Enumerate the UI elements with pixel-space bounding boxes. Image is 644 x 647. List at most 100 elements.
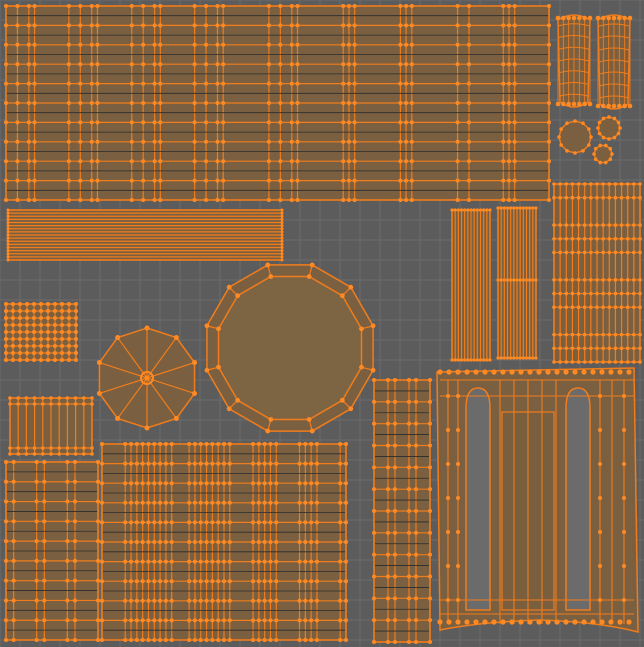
uv-vertex xyxy=(619,332,624,337)
uv-vertex xyxy=(192,159,197,164)
barrel-island-a[interactable] xyxy=(555,14,593,108)
vertical-slat-island-a[interactable] xyxy=(450,208,492,362)
uv-vertex xyxy=(450,358,454,362)
uv-vertex xyxy=(34,598,39,603)
small-plank-island[interactable] xyxy=(8,396,94,456)
uv-vertex xyxy=(552,278,556,282)
barrel-island-b[interactable] xyxy=(595,14,633,110)
uv-vertex xyxy=(67,309,71,313)
uv-vertex xyxy=(464,369,470,375)
uv-vertex xyxy=(617,369,623,375)
uv-vertex xyxy=(6,217,10,221)
uv-vertex xyxy=(622,530,626,534)
uv-vertex xyxy=(4,139,8,144)
uv-vertex xyxy=(262,638,267,642)
uv-vertex xyxy=(95,159,100,164)
uv-vertex xyxy=(289,81,294,86)
uv-vertex xyxy=(598,564,602,568)
uv-vertex xyxy=(601,332,605,337)
uv-vertex xyxy=(346,23,351,28)
uv-vertex xyxy=(414,552,418,557)
uv-vertex xyxy=(601,103,606,109)
uv-vertex xyxy=(266,120,271,125)
uv-vertex xyxy=(66,4,71,8)
uv-vertex xyxy=(372,596,376,601)
uv-vertex xyxy=(280,249,284,253)
uv-vertex xyxy=(372,465,376,470)
uv-vertex xyxy=(11,302,15,306)
uv-vertex xyxy=(278,62,283,67)
vertical-slat-island-b[interactable] xyxy=(496,206,538,360)
uv-editor-viewport[interactable] xyxy=(0,0,644,647)
horizontal-strip-island[interactable] xyxy=(6,208,284,262)
dodecagon-disc-island[interactable] xyxy=(204,262,376,434)
uv-vertex xyxy=(96,558,100,563)
uv-vertex xyxy=(485,208,489,212)
uv-vertex xyxy=(558,360,562,364)
uv-vertex xyxy=(627,103,633,109)
uv-vertex xyxy=(295,101,300,105)
uv-vertex xyxy=(607,236,612,241)
uv-vertex xyxy=(501,62,506,67)
uv-vertex xyxy=(450,208,454,212)
uv-vertex xyxy=(60,337,64,341)
uv-vertex xyxy=(428,465,432,470)
uv-vertex xyxy=(158,520,163,525)
uv-vertex xyxy=(346,159,351,164)
small-dome-cap-island[interactable] xyxy=(96,325,198,431)
uv-vertex xyxy=(262,559,267,564)
uv-vertex xyxy=(251,500,256,505)
large-plank-island[interactable] xyxy=(4,4,551,202)
uv-vertex xyxy=(4,159,8,164)
uv-vertex xyxy=(66,101,71,105)
uv-vertex xyxy=(274,520,279,525)
small-grid-island[interactable] xyxy=(4,302,78,362)
uv-vertex xyxy=(625,182,630,186)
middle-plank-grid-island[interactable] xyxy=(100,442,348,642)
uv-vertex xyxy=(15,81,20,86)
uv-vertex xyxy=(455,62,460,67)
uv-vertex xyxy=(215,62,220,67)
uv-vertex xyxy=(173,335,179,341)
uv-vertex xyxy=(612,135,617,140)
uv-vertex xyxy=(15,4,20,8)
uv-vertex xyxy=(455,120,460,125)
left-plank-grid-island[interactable] xyxy=(4,460,100,642)
small-disc-island-c[interactable] xyxy=(592,143,614,165)
uv-vertex xyxy=(370,323,376,329)
uv-vertex xyxy=(25,330,29,334)
uv-vertex xyxy=(589,332,593,337)
uv-vertex xyxy=(309,520,314,525)
uv-canvas[interactable] xyxy=(0,0,644,647)
uv-vertex xyxy=(152,23,157,28)
uv-vertex xyxy=(4,4,8,8)
right-side-grid-island[interactable] xyxy=(552,182,642,364)
uv-vertex xyxy=(386,618,390,623)
narrow-column-island[interactable] xyxy=(372,378,432,644)
uv-vertex xyxy=(53,344,57,348)
uv-vertex xyxy=(251,540,256,544)
uv-vertex xyxy=(501,198,506,202)
uv-vertex xyxy=(4,358,8,362)
uv-vertex xyxy=(11,460,16,464)
uv-vertex xyxy=(32,309,36,313)
uv-vertex xyxy=(638,291,642,296)
uv-vertex xyxy=(210,598,215,603)
uv-vertex xyxy=(572,619,578,625)
uv-vertex xyxy=(123,481,128,486)
uv-vertex xyxy=(352,139,357,144)
uv-vertex xyxy=(173,415,179,421)
arch-panel-island[interactable] xyxy=(436,367,639,633)
uv-vertex xyxy=(589,360,593,364)
uv-vertex xyxy=(348,284,354,290)
uv-vertex xyxy=(456,496,460,500)
small-disc-island-a[interactable] xyxy=(557,119,593,155)
uv-vertex xyxy=(589,223,593,227)
uv-vertex xyxy=(32,337,36,341)
uv-vertex xyxy=(414,421,418,426)
uv-vertex xyxy=(144,325,150,331)
uv-vertex xyxy=(226,284,232,290)
uv-vertex xyxy=(303,638,308,642)
uv-vertex xyxy=(39,302,43,306)
uv-vertex xyxy=(590,369,596,375)
